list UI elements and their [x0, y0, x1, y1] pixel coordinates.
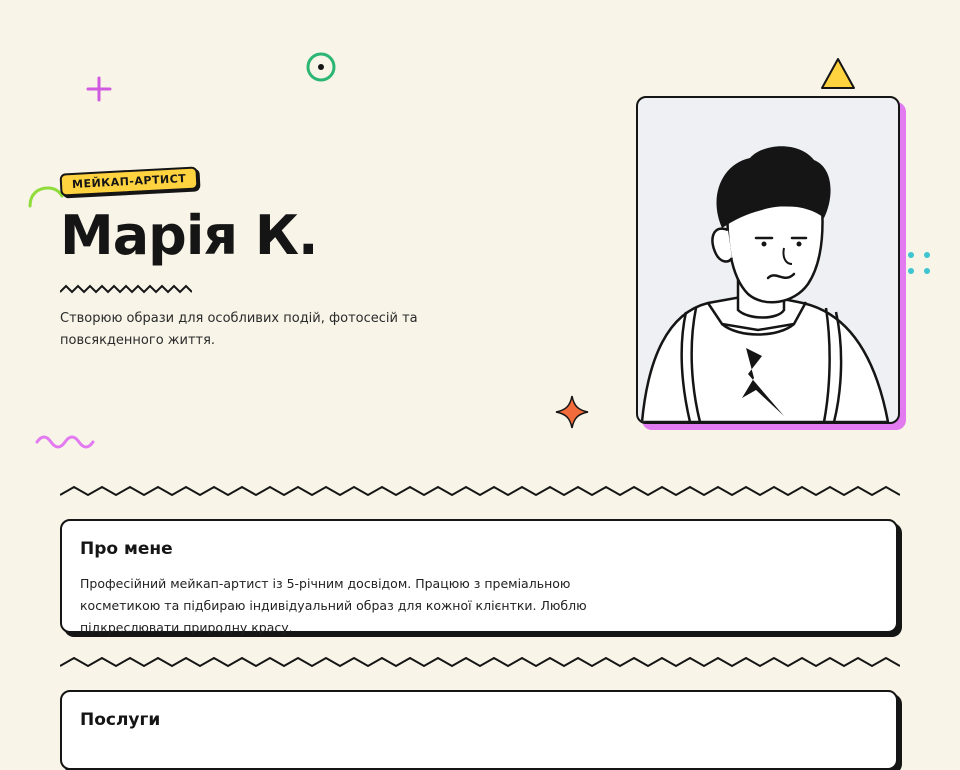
section-divider	[60, 485, 900, 497]
sparkle-icon	[555, 395, 589, 429]
services-card: Послуги	[60, 690, 898, 770]
about-text: Професійний мейкап-артист із 5-річним до…	[80, 576, 587, 635]
about-title: Про мене	[80, 539, 173, 559]
hero-name: Марія К.	[60, 204, 318, 267]
squiggle-icon	[35, 435, 95, 449]
portrait-illustration	[640, 146, 890, 422]
triangle-icon	[821, 58, 855, 89]
section-divider	[60, 656, 900, 668]
services-title: Послуги	[80, 710, 161, 730]
dots-icon	[908, 252, 930, 274]
role-badge: МЕЙКАП-АРТИСТ	[59, 166, 199, 197]
portrait-frame	[636, 96, 900, 424]
plus-icon	[86, 76, 112, 102]
ring-icon	[306, 52, 336, 82]
about-card: Про мене Професійний мейкап-артист із 5-…	[60, 519, 898, 635]
hero-description: Створюю образи для особливих подій, фото…	[60, 311, 418, 348]
name-underline-zigzag	[60, 284, 192, 294]
